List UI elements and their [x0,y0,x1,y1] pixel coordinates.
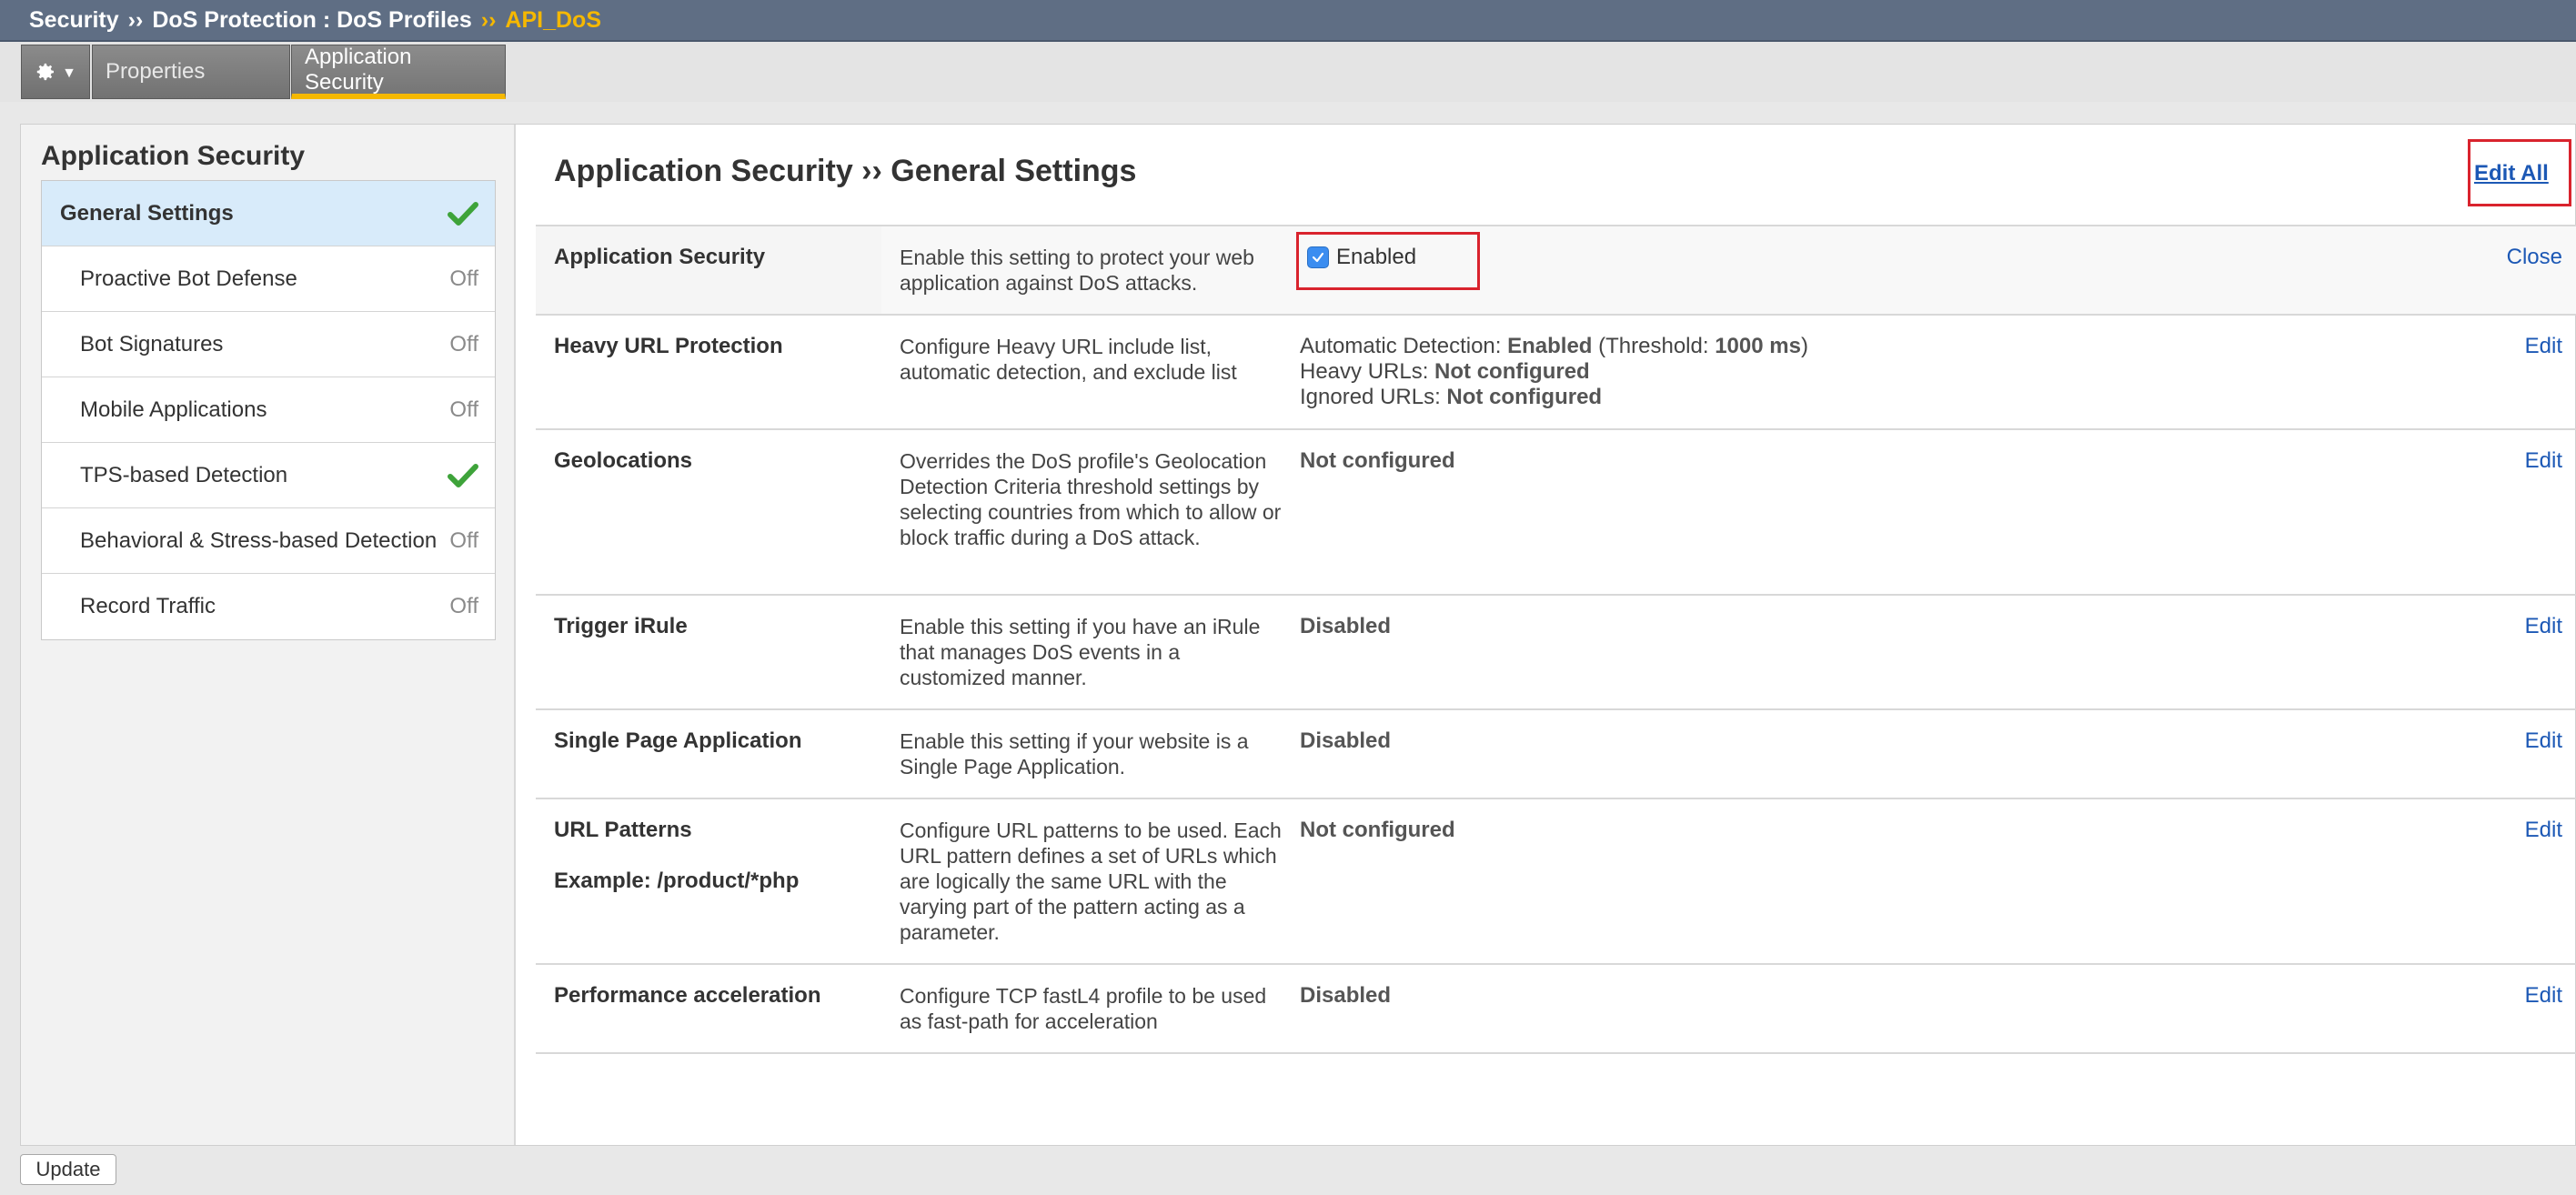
row-value: Disabled [1300,614,1392,638]
sidebar-item-label: Behavioral & Stress-based Detection [80,527,438,553]
row-description: Enable this setting if you have an iRule… [900,615,1261,689]
ignored-urls-value: Not configured [1446,385,1603,409]
sidebar-item-proactive-bot-defense[interactable]: Proactive Bot Defense Off [42,246,495,312]
edit-link[interactable]: Edit [2525,614,2562,639]
row-description: Configure TCP fastL4 profile to be used … [900,984,1267,1033]
breadcrumb-separator: ›› [480,6,497,33]
ignored-urls: Ignored URLs: Not configured [1300,385,2300,410]
edit-all-link[interactable]: Edit All [2474,161,2549,186]
gear-icon [36,63,55,81]
table-row: Geolocations Overrides the DoS profile's… [536,430,2576,596]
row-value: Disabled [1300,728,1392,753]
checkmark-icon [448,463,478,487]
edit-link[interactable]: Edit [2525,983,2562,1009]
gear-menu-button[interactable]: ▼ [21,45,90,99]
breadcrumb-item-dos-profiles[interactable]: DoS Protection : DoS Profiles [152,7,471,34]
row-name-label: URL Patterns [554,818,692,842]
auto-detection-label: Automatic Detection: [1300,334,1508,358]
sidebar-item-label: Record Traffic [80,594,216,618]
settings-table: Application Security Enable this setting… [536,225,2576,1054]
edit-link[interactable]: Edit [2525,818,2562,843]
edit-link[interactable]: Edit [2525,334,2562,359]
edit-link[interactable]: Edit [2525,448,2562,474]
ignored-urls-label: Ignored URLs: [1300,385,1447,409]
sidebar-item-state: Off [449,397,478,422]
row-name: Heavy URL Protection [554,334,783,358]
sidebar-item-label: Proactive Bot Defense [80,266,297,291]
edit-link[interactable]: Edit [2525,728,2562,754]
row-description: Configure Heavy URL include list, automa… [900,335,1237,384]
threshold-suffix: ) [1800,334,1808,358]
row-description: Enable this setting to protect your web … [900,246,1254,295]
table-row: Application Security Enable this setting… [536,226,2576,316]
sidebar-item-label: Bot Signatures [80,331,224,356]
sidebar-item-label: TPS-based Detection [80,462,288,487]
sidebar-item-label: Mobile Applications [80,397,267,422]
row-value: Disabled [1300,983,1392,1008]
row-description: Enable this setting if your website is a… [900,729,1249,778]
row-description: Configure URL patterns to be used. Each … [900,818,1282,944]
auto-detection-value: Enabled [1507,334,1593,358]
main-frame: Application Security General Settings Pr… [20,124,2576,1146]
table-row: Trigger iRule Enable this setting if you… [536,596,2576,710]
sidebar-item-state: Off [449,266,478,291]
breadcrumb-item-security[interactable]: Security [29,7,119,34]
row-name: URL Patterns Example: /product/*php [554,818,881,894]
sidebar-item-label: General Settings [60,200,234,226]
sidebar-item-state: Off [449,331,478,356]
row-name: Application Security [554,245,766,269]
sidebar-nav: General Settings Proactive Bot Defense O… [41,180,496,640]
row-name-example: Example: /product/*php [554,869,800,893]
row-description: Overrides the DoS profile's Geolocation … [900,449,1282,549]
checkbox-checked-icon[interactable] [1307,246,1329,268]
table-row: URL Patterns Example: /product/*php Conf… [536,799,2576,965]
row-name: Geolocations [554,448,693,473]
checkbox-label: Enabled [1336,245,1417,269]
sidebar: Application Security General Settings Pr… [21,125,516,1145]
table-row: Heavy URL Protection Configure Heavy URL… [536,316,2576,430]
row-name: Performance acceleration [554,983,821,1008]
sidebar-item-mobile-applications[interactable]: Mobile Applications Off [42,377,495,443]
breadcrumb: Security ›› DoS Protection : DoS Profile… [0,0,2576,42]
sidebar-item-tps-based-detection[interactable]: TPS-based Detection [42,443,495,508]
tab-properties[interactable]: Properties [92,45,290,99]
row-value: Automatic Detection: Enabled (Threshold:… [1300,334,2300,410]
threshold-label: (Threshold: [1592,334,1716,358]
tab-application-security[interactable]: Application Security [291,45,506,99]
update-button[interactable]: Update [20,1154,116,1185]
chevron-down-icon: ▼ [62,65,76,81]
page-title: Application Security ›› General Settings [554,154,1137,188]
row-value: Not configured [1300,448,1455,473]
checkmark-icon [448,201,478,226]
heavy-urls-label: Heavy URLs: [1300,359,1435,384]
heavy-url-auto-detection: Automatic Detection: Enabled (Threshold:… [1300,334,2300,359]
table-row: Single Page Application Enable this sett… [536,710,2576,799]
row-name: Single Page Application [554,728,802,753]
row-value: Not configured [1300,818,1455,842]
application-security-checkbox[interactable]: Enabled [1307,245,1416,270]
threshold-value: 1000 ms [1715,334,1801,358]
sidebar-item-behavioral-detection[interactable]: Behavioral & Stress-based Detection Off [42,508,495,574]
breadcrumb-current: API_DoS [505,6,602,33]
close-link[interactable]: Close [2507,245,2562,270]
sidebar-item-bot-signatures[interactable]: Bot Signatures Off [42,312,495,377]
content-panel: Application Security ›› General Settings… [536,125,2576,1145]
tab-bar: ▼ Properties Application Security [0,42,2576,102]
sidebar-title: Application Security [41,141,306,171]
breadcrumb-separator: ›› [127,6,144,33]
sidebar-item-state: Off [449,527,478,553]
row-name: Trigger iRule [554,614,688,638]
heavy-urls-value: Not configured [1434,359,1590,384]
sidebar-item-state: Off [449,594,478,618]
heavy-urls: Heavy URLs: Not configured [1300,359,2300,385]
table-row: Performance acceleration Configure TCP f… [536,965,2576,1054]
sidebar-item-general-settings[interactable]: General Settings [42,181,495,246]
sidebar-item-record-traffic[interactable]: Record Traffic Off [42,574,495,639]
